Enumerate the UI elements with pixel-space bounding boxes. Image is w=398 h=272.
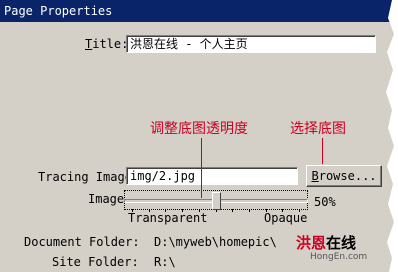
browse-button-mnemonic: B [311,169,319,183]
logo-black-part: 在线 [326,234,357,252]
opacity-slider-thumb[interactable] [211,192,221,210]
browse-button-rest: rowse... [318,169,377,183]
hongen-logo: 洪恩在线 HongEn.com [296,232,392,268]
image-opacity-label: Image [88,192,125,206]
document-folder-label: Document Folder: [24,235,140,249]
logo-main-text: 洪恩在线 [296,232,356,253]
slider-tick [248,209,250,212]
logo-red-part: 洪恩 [296,234,327,252]
site-folder-value: R:\ [154,255,176,269]
tracing-image-label: Tracing Image: [38,170,140,184]
opacity-value: 50% [314,195,336,209]
window-title: Page Properties [4,4,113,18]
opacity-max-label: Opaque [264,211,308,225]
window-titlebar[interactable]: Page Properties [0,0,398,22]
slider-annotation-line [201,138,202,198]
browse-annotation-line [322,138,323,164]
site-folder-label: Site Folder: [52,255,139,269]
tracing-image-input[interactable]: img/2.jpg [126,167,298,185]
browse-annotation: 选择底图 [290,121,346,137]
slider-tick [232,209,234,212]
browse-button[interactable]: Browse... [306,165,382,187]
title-input[interactable]: 洪恩在线 - 个人主页 [126,35,376,53]
page-properties-dialog: Page Properties Title: 洪恩在线 - 个人主页 Traci… [0,0,398,272]
opacity-min-label: Transparent [128,211,208,225]
slider-annotation: 调整底图透明度 [150,121,248,137]
title-label: Title: [85,37,129,51]
title-label-rest: itle: [92,37,129,51]
document-folder-value: D:\myweb\homepic\ [154,235,277,249]
logo-sub-text: HongEn.com [310,252,368,262]
